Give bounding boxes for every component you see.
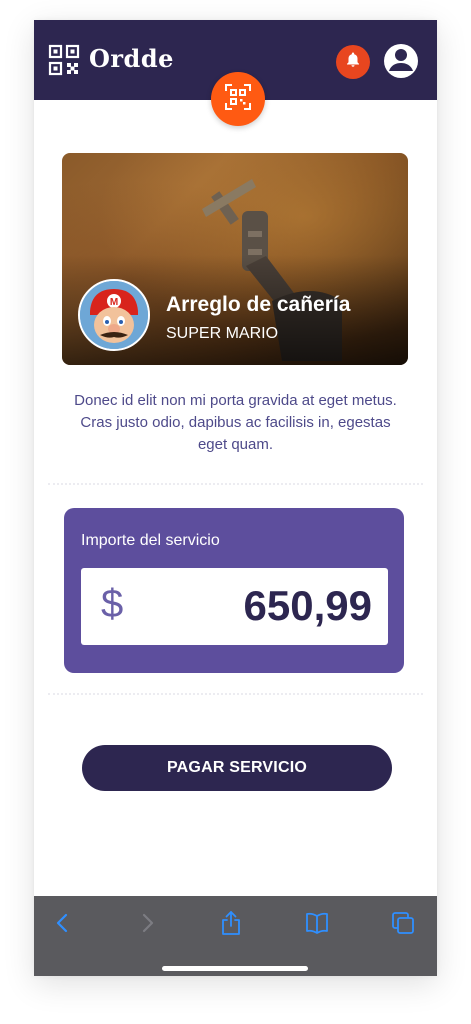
forward-icon[interactable] bbox=[134, 910, 160, 936]
user-icon bbox=[384, 44, 418, 78]
scan-qr-button[interactable] bbox=[211, 72, 265, 126]
provider-avatar: M bbox=[78, 279, 150, 351]
tabs-icon[interactable] bbox=[390, 910, 416, 936]
share-icon[interactable] bbox=[218, 910, 244, 936]
service-description: Donec id elit non mi porta gravida at eg… bbox=[74, 392, 397, 453]
provider-name: SUPER MARIO bbox=[166, 325, 279, 342]
service-hero-card: M Arreglo de cañería SUPER MARIO bbox=[62, 153, 408, 365]
service-title: Arreglo de cañería bbox=[166, 293, 351, 316]
back-icon[interactable] bbox=[50, 910, 76, 936]
amount-label: Importe del servicio bbox=[81, 532, 220, 549]
qr-scan-icon bbox=[224, 83, 252, 116]
qr-code-icon bbox=[48, 44, 80, 76]
amount-card: Importe del servicio $ 650,99 bbox=[64, 508, 404, 673]
phone-screen: Ordde M Arreglo de cañería SUPER MARIO D… bbox=[34, 20, 437, 976]
home-indicator bbox=[162, 966, 308, 971]
browser-toolbar bbox=[34, 896, 437, 976]
pay-service-button[interactable]: PAGAR SERVICIO bbox=[82, 745, 392, 791]
svg-text:M: M bbox=[110, 297, 118, 308]
notifications-button[interactable] bbox=[336, 45, 370, 79]
app-name: Ordde bbox=[89, 44, 174, 73]
divider bbox=[48, 693, 423, 695]
profile-button[interactable] bbox=[384, 44, 418, 78]
amount-box: $ 650,99 bbox=[81, 568, 388, 645]
divider bbox=[48, 483, 423, 485]
bell-icon bbox=[344, 51, 362, 74]
currency-symbol: $ bbox=[101, 582, 124, 626]
amount-value: 650,99 bbox=[243, 582, 372, 629]
bookmarks-icon[interactable] bbox=[304, 910, 330, 936]
